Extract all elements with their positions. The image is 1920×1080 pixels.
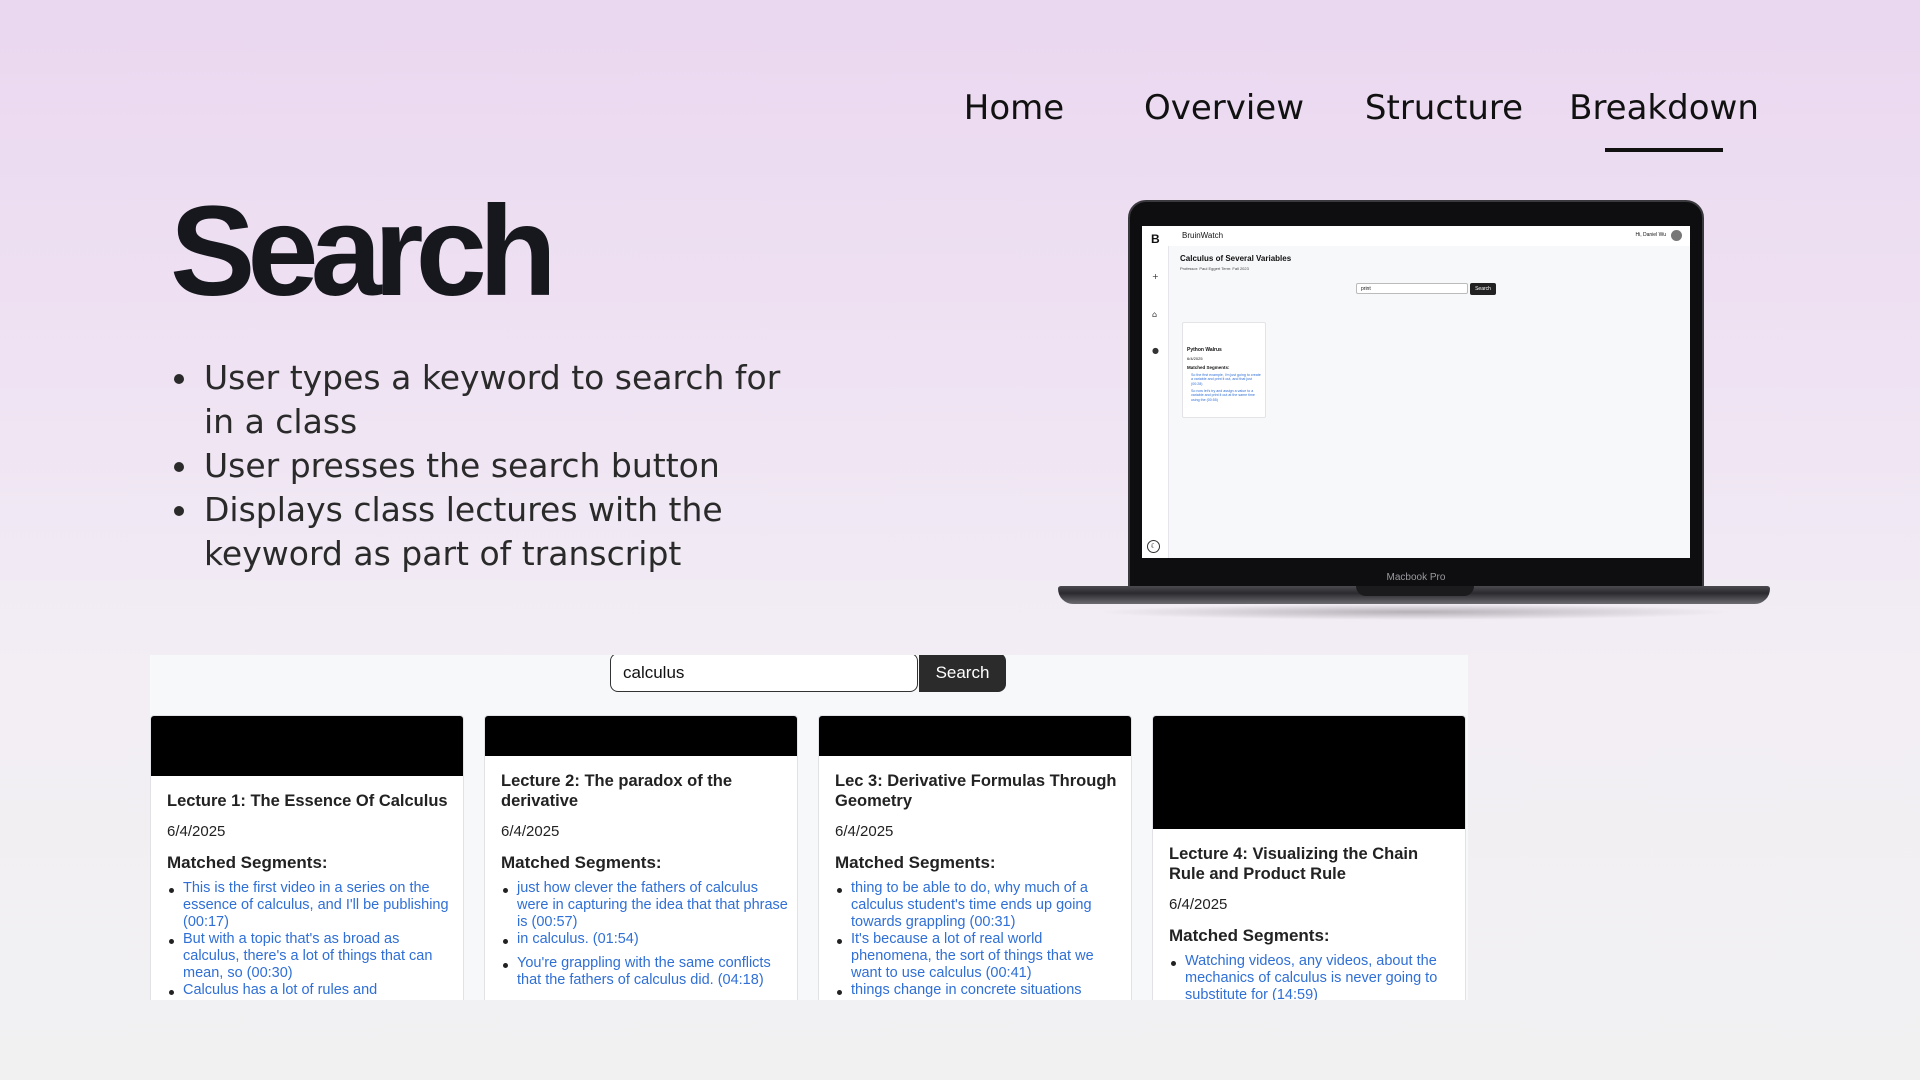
video-thumbnail[interactable] bbox=[485, 716, 797, 756]
search-input[interactable]: calculus bbox=[610, 655, 918, 692]
matched-segments-label: Matched Segments: bbox=[835, 853, 996, 872]
lecture-title: Lec 3: Derivative Formulas Through Geome… bbox=[835, 772, 1117, 810]
laptop-notch bbox=[1356, 586, 1474, 596]
plus-icon: + bbox=[1152, 272, 1159, 281]
mini-search-input: print bbox=[1356, 283, 1468, 294]
laptop-lid: B + ⌂ ● ☾ BruinWatch Hi, Daniel Wu Calcu… bbox=[1128, 200, 1704, 588]
mini-user-greeting: Hi, Daniel Wu bbox=[1635, 232, 1666, 238]
nav-structure[interactable]: Structure bbox=[1334, 88, 1554, 128]
lecture-card[interactable]: Lecture 2: The paradox of the derivative… bbox=[484, 715, 798, 1000]
lecture-date: 6/4/2025 bbox=[501, 823, 560, 840]
segment-list: This is the first video in a series on t… bbox=[167, 880, 457, 999]
segment-link[interactable]: You're grappling with the same conflicts… bbox=[501, 955, 791, 989]
mini-course-meta: Professor: Paul Eggert Term: Fall 2023 bbox=[1180, 266, 1249, 271]
video-thumbnail[interactable] bbox=[1153, 716, 1465, 829]
segment-list: thing to be able to do, why much of a ca… bbox=[835, 880, 1125, 999]
mini-brand: BruinWatch bbox=[1182, 231, 1224, 240]
lecture-card[interactable]: Lecture 1: The Essence Of Calculus 6/4/2… bbox=[150, 715, 464, 1000]
mini-card-date: 6/4/2025 bbox=[1187, 356, 1203, 361]
mini-course-title: Calculus of Several Variables bbox=[1180, 254, 1292, 263]
mini-lecture-card: Python Walrus 6/4/2025 Matched Segments:… bbox=[1182, 322, 1266, 418]
mini-card-matched-label: Matched Segments: bbox=[1187, 365, 1230, 370]
laptop-model-label: Macbook Pro bbox=[1386, 572, 1446, 583]
bullet-item: User presses the search button bbox=[174, 444, 804, 488]
laptop-screen: B + ⌂ ● ☾ BruinWatch Hi, Daniel Wu Calcu… bbox=[1142, 226, 1690, 558]
segment-link[interactable]: things change in concrete situations bbox=[835, 982, 1125, 999]
segment-link[interactable]: It's because a lot of real world phenome… bbox=[835, 931, 1125, 982]
dark-mode-icon: ☾ bbox=[1147, 540, 1160, 553]
search-results-panel: calculus Search Lecture 1: The Essence O… bbox=[150, 655, 1468, 1000]
search-button[interactable]: Search bbox=[919, 655, 1006, 692]
lecture-title: Lecture 4: Visualizing the Chain Rule an… bbox=[1169, 845, 1419, 883]
lecture-date: 6/4/2025 bbox=[835, 823, 894, 840]
mini-search-button: Search bbox=[1470, 283, 1496, 295]
lecture-card[interactable]: Lec 3: Derivative Formulas Through Geome… bbox=[818, 715, 1132, 1000]
video-thumbnail[interactable] bbox=[819, 716, 1131, 756]
lecture-title: Lecture 2: The paradox of the derivative bbox=[501, 772, 733, 810]
page-title: Search bbox=[170, 180, 557, 323]
mini-topbar: BruinWatch Hi, Daniel Wu bbox=[1168, 226, 1690, 246]
mini-card-title: Python Walrus bbox=[1187, 347, 1222, 353]
lecture-date: 6/4/2025 bbox=[167, 823, 226, 840]
mini-sidebar: B + ⌂ ● ☾ bbox=[1142, 226, 1169, 558]
user-icon: ● bbox=[1152, 346, 1159, 355]
top-nav: Home Overview Structure Breakdown bbox=[914, 88, 1774, 128]
lecture-card[interactable]: Lecture 4: Visualizing the Chain Rule an… bbox=[1152, 715, 1466, 1000]
bullet-item: Displays class lectures with the keyword… bbox=[174, 488, 804, 576]
mini-card-segment: So now let's try and assign a value to a… bbox=[1191, 389, 1255, 402]
segment-list: just how clever the fathers of calculus … bbox=[501, 880, 791, 989]
segment-link[interactable]: Watching videos, any videos, about the m… bbox=[1169, 953, 1459, 1000]
nav-breakdown[interactable]: Breakdown bbox=[1554, 88, 1774, 128]
matched-segments-label: Matched Segments: bbox=[501, 853, 662, 872]
mini-card-segment: So the first example, I'm just going to … bbox=[1191, 373, 1261, 386]
avatar bbox=[1671, 230, 1682, 241]
segment-link[interactable]: Calculus has a lot of rules and bbox=[167, 982, 457, 999]
segment-list: Watching videos, any videos, about the m… bbox=[1169, 953, 1459, 1000]
app-logo-icon: B bbox=[1151, 232, 1160, 246]
feature-bullets: User types a keyword to search for in a … bbox=[170, 356, 804, 576]
home-icon: ⌂ bbox=[1152, 310, 1158, 319]
segment-link[interactable]: But with a topic that's as broad as calc… bbox=[167, 931, 457, 982]
segment-link[interactable]: thing to be able to do, why much of a ca… bbox=[835, 880, 1125, 931]
laptop-shadow bbox=[1098, 604, 1730, 620]
segment-link[interactable]: in calculus. (01:54) bbox=[501, 931, 791, 948]
video-thumbnail[interactable] bbox=[151, 716, 463, 776]
laptop-mockup: B + ⌂ ● ☾ BruinWatch Hi, Daniel Wu Calcu… bbox=[1058, 200, 1770, 620]
nav-overview[interactable]: Overview bbox=[1114, 88, 1334, 128]
segment-link[interactable]: just how clever the fathers of calculus … bbox=[501, 880, 791, 931]
nav-home[interactable]: Home bbox=[914, 88, 1114, 128]
matched-segments-label: Matched Segments: bbox=[1169, 926, 1330, 945]
lecture-date: 6/4/2025 bbox=[1169, 896, 1228, 913]
matched-segments-label: Matched Segments: bbox=[167, 853, 328, 872]
segment-link[interactable]: This is the first video in a series on t… bbox=[167, 880, 457, 931]
bullet-item: User types a keyword to search for in a … bbox=[174, 356, 804, 444]
lecture-title: Lecture 1: The Essence Of Calculus bbox=[167, 792, 448, 810]
